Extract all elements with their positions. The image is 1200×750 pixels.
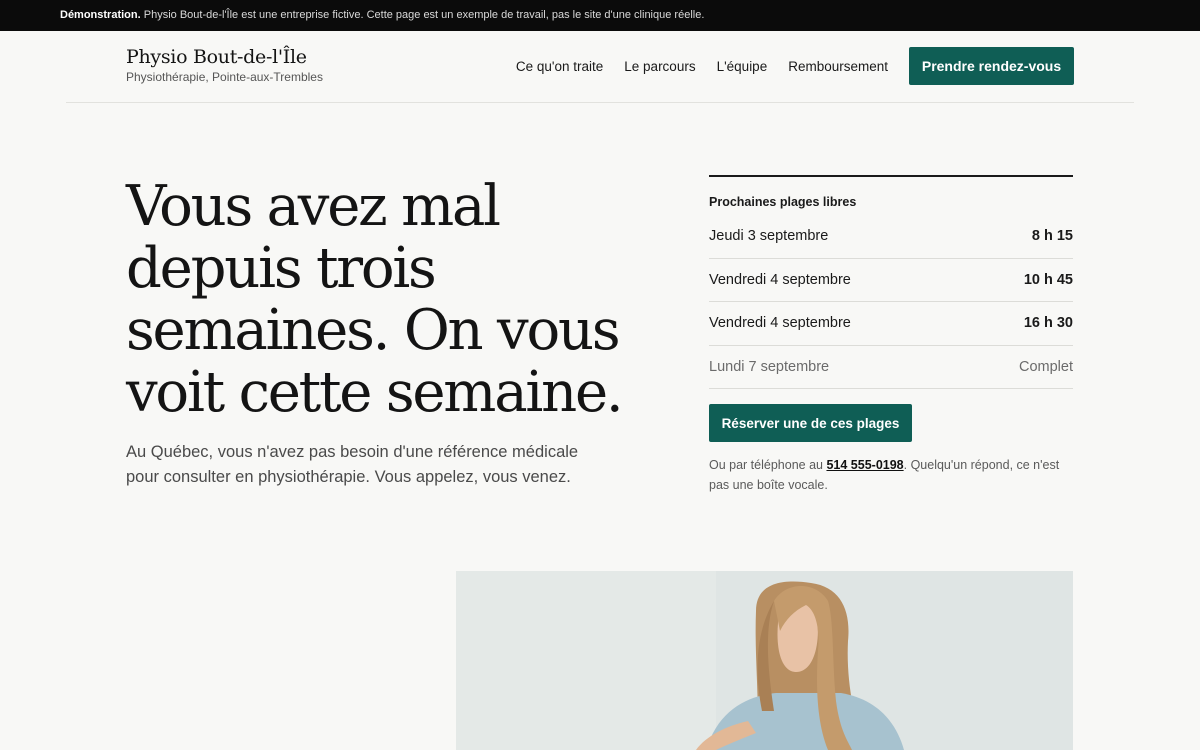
nav-link-conditions[interactable]: Ce qu'on traite [516, 59, 603, 74]
demo-banner: Démonstration. Physio Bout-de-l'Île est … [0, 0, 1200, 31]
slot-time: 10 h 45 [1023, 271, 1073, 288]
slot-status: Complet [1019, 358, 1073, 375]
slot-day: Lundi 7 septembre [709, 358, 830, 375]
slot-row[interactable]: Vendredi 4 septembre 10 h 45 [709, 259, 1073, 302]
phone-note-prefix: Ou par téléphone au [709, 458, 823, 472]
brand-name: Physio Bout-de-l'Île [126, 46, 307, 68]
demo-banner-text: Physio Bout-de-l'Île est une entreprise … [143, 9, 705, 21]
slot-day: Jeudi 3 septembre [709, 228, 829, 245]
available-slots-panel: Prochaines plages libres Jeudi 3 septemb… [709, 175, 1073, 495]
nav-link-journey[interactable]: Le parcours [624, 59, 695, 74]
hero-photo [456, 571, 1073, 750]
slot-day: Vendredi 4 septembre [709, 315, 851, 332]
brand[interactable]: Physio Bout-de-l'Île Physiothérapie, Poi… [126, 46, 323, 84]
brand-tagline: Physiothérapie, Pointe-aux-Trembles [126, 70, 323, 84]
slot-row[interactable]: Jeudi 3 septembre 8 h 15 [709, 215, 1073, 259]
slot-row-full: Lundi 7 septembre Complet [709, 346, 1073, 389]
phone-link[interactable]: 514 555-0198 [826, 458, 903, 472]
nav-link-reimbursement[interactable]: Remboursement [788, 59, 888, 74]
slot-row[interactable]: Vendredi 4 septembre 16 h 30 [709, 302, 1073, 346]
slot-day: Vendredi 4 septembre [709, 271, 851, 288]
nav-link-team[interactable]: L'équipe [717, 59, 768, 74]
hero-lead: Au Québec, vous n'avez pas besoin d'une … [126, 443, 579, 486]
slot-time: 16 h 30 [1023, 315, 1073, 332]
site-header: Physio Bout-de-l'Île Physiothérapie, Poi… [66, 31, 1134, 103]
phone-note: Ou par téléphone au 514 555-0198. Quelqu… [709, 455, 1073, 495]
reserve-slot-button[interactable]: Réserver une de ces plages [709, 404, 912, 442]
physiotherapist-illustration [456, 571, 1073, 750]
slots-heading: Prochaines plages libres [709, 195, 857, 209]
demo-banner-label: Démonstration. [60, 9, 141, 21]
slot-time: 8 h 15 [1031, 228, 1073, 245]
hero-title: Vous avez mal depuis trois semaines. On … [126, 174, 624, 425]
book-appointment-button[interactable]: Prendre rendez-vous [909, 47, 1074, 85]
main-nav: Ce qu'on traite Le parcours L'équipe Rem… [516, 47, 1074, 85]
